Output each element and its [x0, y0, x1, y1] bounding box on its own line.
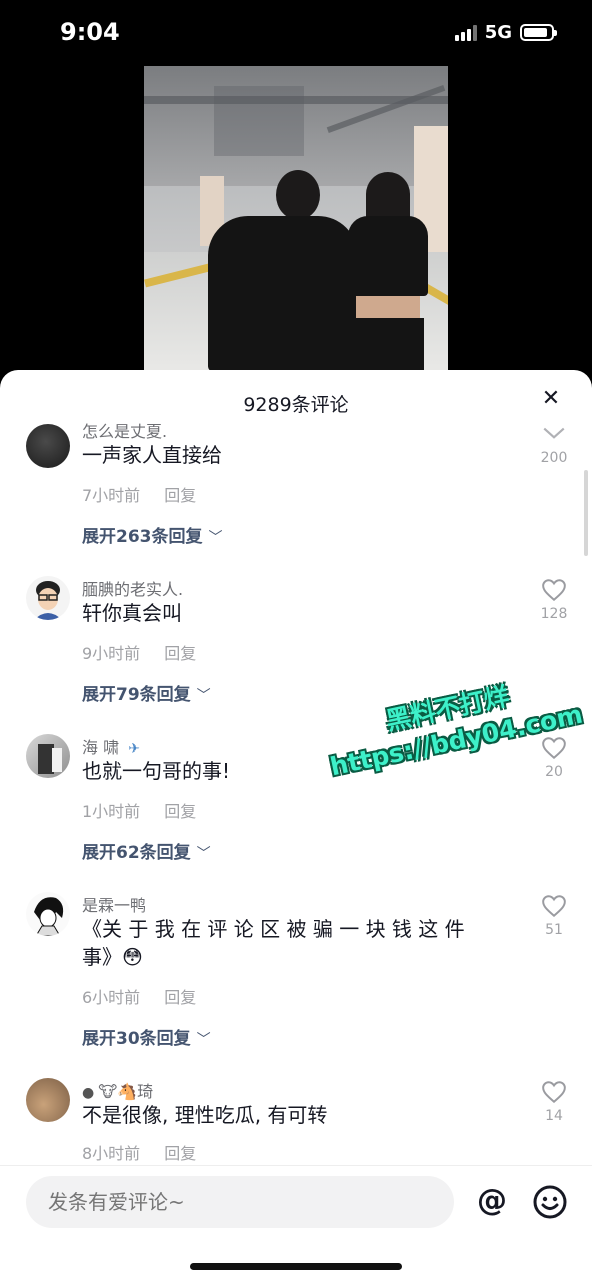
like-count: 51	[545, 922, 563, 938]
avatar[interactable]	[26, 1078, 70, 1122]
comment-text: 也就一句哥的事!	[82, 759, 231, 783]
comment-username[interactable]: 是霖一鸭	[82, 892, 146, 916]
reply-button[interactable]: 回复	[164, 988, 196, 1007]
video-duct	[214, 86, 304, 156]
chevron-down-icon: ﹀	[196, 1032, 211, 1048]
comment-meta: 1小时前 回复	[82, 798, 196, 822]
reply-button[interactable]: 回复	[164, 486, 196, 505]
home-indicator[interactable]	[190, 1263, 402, 1270]
comment-meta: 9小时前 回复	[82, 640, 196, 664]
like-count: 128	[540, 606, 568, 622]
video-person-left	[208, 216, 358, 372]
like-button[interactable]: 200	[532, 422, 576, 466]
comment-username-text: 🐮🐴琦	[98, 1082, 154, 1101]
like-button[interactable]: 128	[532, 578, 576, 622]
comment-username[interactable]: 腼腆的老实人.	[82, 576, 183, 600]
reply-button[interactable]: 回复	[164, 644, 196, 663]
avatar[interactable]	[26, 424, 70, 468]
apple-icon: ●	[82, 1085, 95, 1101]
reply-button[interactable]: 回复	[164, 802, 196, 821]
comment-username[interactable]: ● 🐮🐴琦	[82, 1078, 153, 1102]
like-button[interactable]: 51	[532, 894, 576, 938]
video-person-head	[276, 170, 320, 220]
reply-button[interactable]: 回复	[164, 1144, 196, 1163]
comment-time: 8小时前	[82, 1144, 141, 1163]
comment-input-bar: @	[0, 1165, 592, 1280]
close-icon[interactable]: ✕	[536, 384, 566, 414]
comment-username[interactable]: 怎么是丈夏.	[82, 418, 167, 442]
expand-replies-label: 展开30条回复	[82, 1029, 191, 1049]
comment-text: 不是很像, 理性吃瓜, 有可转	[82, 1103, 328, 1127]
comment-time: 7小时前	[82, 486, 141, 505]
expand-replies-button[interactable]: 展开79条回复 ﹀	[82, 680, 211, 705]
comment-meta: 7小时前 回复	[82, 482, 196, 506]
emoji-icon[interactable]	[532, 1184, 568, 1220]
heart-icon	[542, 737, 566, 760]
like-count: 200	[540, 450, 568, 466]
comment-text: 轩你真会叫	[82, 601, 182, 625]
expand-replies-button[interactable]: 展开30条回复 ﹀	[82, 1024, 211, 1049]
status-bar: 9:04 5G	[0, 0, 592, 66]
video-person-waist	[356, 296, 420, 320]
expand-replies-label: 展开263条回复	[82, 527, 203, 547]
comment-time: 6小时前	[82, 988, 141, 1007]
like-count: 14	[545, 1108, 563, 1124]
comment-text: 《关 于 我 在 评 论 区 被 骗 一 块 钱 这 件 事》😳	[82, 917, 465, 969]
expand-replies-label: 展开62条回复	[82, 843, 191, 863]
heart-icon	[542, 895, 566, 918]
mention-button[interactable]: @	[474, 1184, 510, 1220]
scrollbar[interactable]	[584, 470, 588, 556]
avatar[interactable]	[26, 892, 70, 936]
video-person-legs	[352, 318, 424, 372]
expand-replies-button[interactable]: 展开263条回复 ﹀	[82, 522, 223, 547]
avatar[interactable]	[26, 734, 70, 778]
network-type: 5G	[484, 22, 512, 43]
video-preview[interactable]	[144, 66, 448, 372]
comment-text: 一声家人直接给	[82, 443, 222, 467]
like-count: 20	[545, 764, 563, 780]
comment-username[interactable]: 海 啸 ✈	[82, 734, 140, 758]
expand-replies-label: 展开79条回复	[82, 685, 191, 705]
comment-meta: 8小时前 回复	[82, 1140, 196, 1164]
heart-icon	[542, 1081, 566, 1104]
comment-sheet: 9289条评论 ✕ 怎么是丈夏. 一声家人直接给 7小时前 回复 展开263条回复…	[0, 370, 592, 1280]
video-person-right	[348, 216, 428, 296]
chevron-down-icon: ﹀	[208, 530, 223, 546]
comment-username-text: 海 啸	[82, 738, 120, 757]
heart-icon	[542, 579, 566, 602]
signal-icon	[454, 24, 477, 41]
comment-meta: 6小时前 回复	[82, 984, 196, 1008]
airplane-icon: ✈	[128, 741, 140, 757]
status-time: 9:04	[60, 18, 120, 46]
battery-icon	[520, 24, 557, 41]
chevron-down-icon: ﹀	[196, 846, 211, 862]
comment-input[interactable]	[26, 1176, 454, 1228]
comment-time: 1小时前	[82, 802, 141, 821]
status-icons: 5G	[454, 22, 557, 43]
chevron-down-icon: ﹀	[196, 688, 211, 704]
comment-time: 9小时前	[82, 644, 141, 663]
expand-replies-button[interactable]: 展开62条回复 ﹀	[82, 838, 211, 863]
comment-count-title: 9289条评论	[243, 394, 349, 416]
like-button[interactable]: 20	[532, 736, 576, 780]
avatar[interactable]	[26, 576, 70, 620]
like-button[interactable]: 14	[532, 1080, 576, 1124]
chevron-down-icon	[543, 427, 565, 439]
